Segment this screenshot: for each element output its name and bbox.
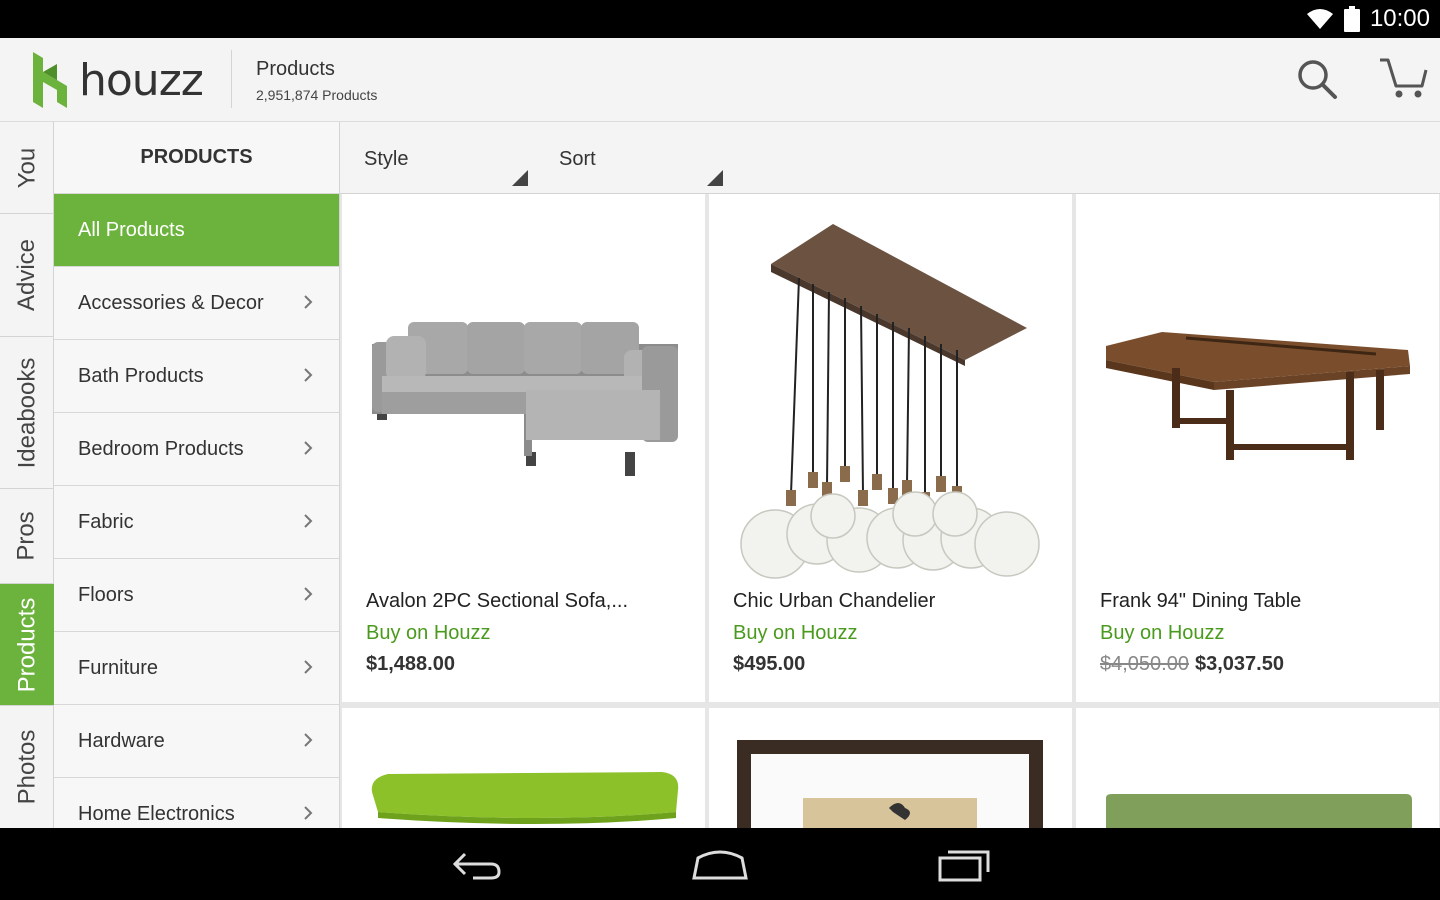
houzz-logo-mark [33, 52, 67, 108]
chevron-right-icon [304, 368, 313, 382]
search-icon[interactable] [1296, 58, 1338, 100]
original-price: $4,050.00 [1100, 653, 1189, 675]
battery-icon [1343, 6, 1360, 32]
category-label: Fabric [78, 510, 134, 533]
price-value: $495.00 [733, 653, 806, 675]
tab-products-label: Products [13, 597, 40, 692]
tab-you-label: You [13, 147, 40, 188]
tab-ideabooks[interactable]: Ideabooks [0, 337, 54, 489]
sort-filter-label: Sort [559, 148, 596, 170]
back-icon[interactable] [447, 844, 507, 884]
status-bar: 10:00 [0, 0, 1440, 38]
category-label: Bedroom Products [78, 437, 244, 460]
product-image-dining-table [1106, 332, 1410, 460]
chevron-right-icon [304, 733, 313, 747]
chevron-right-icon [304, 441, 313, 455]
category-label: Furniture [78, 656, 159, 679]
category-home-electronics[interactable]: Home Electronics [54, 778, 339, 828]
tab-photos-label: Photos [13, 729, 40, 805]
buy-on-houzz-link[interactable]: Buy on Houzz [366, 622, 491, 645]
category-label: Bath Products [78, 364, 204, 387]
chevron-right-icon [304, 295, 313, 309]
category-label: Floors [78, 583, 134, 606]
product-image-sofa [372, 322, 678, 476]
chevron-right-icon [304, 514, 313, 528]
category-bath-products[interactable]: Bath Products [54, 340, 339, 413]
product-card[interactable]: Avalon 2PC Sectional Sofa,... Buy on Hou… [342, 194, 705, 702]
houzz-wordmark: houzz [79, 54, 204, 106]
dropdown-triangle-icon [512, 170, 528, 186]
price-value: $1,488.00 [366, 653, 455, 675]
product-name: Chic Urban Chandelier [733, 590, 936, 612]
tab-advice[interactable]: Advice [0, 214, 54, 337]
category-furniture[interactable]: Furniture [54, 632, 339, 705]
product-name: Avalon 2PC Sectional Sofa,... [366, 590, 629, 612]
app-bar: houzz Products 2,951,874 Products [0, 38, 1440, 122]
chevron-right-icon [304, 660, 313, 674]
product-price: $4,050.00 $3,037.50 [1100, 653, 1284, 676]
sort-filter[interactable]: Sort [559, 122, 725, 194]
product-image-green-table [371, 772, 679, 824]
tab-products[interactable]: Products [0, 584, 54, 706]
buy-on-houzz-link[interactable]: Buy on Houzz [733, 622, 858, 645]
tab-you[interactable]: You [0, 122, 54, 214]
product-card[interactable]: Frank 94" Dining Table Buy on Houzz $4,0… [1076, 194, 1439, 702]
page-title: Products [256, 58, 335, 80]
style-filter-label: Style [364, 148, 409, 170]
cart-icon[interactable] [1378, 56, 1428, 100]
category-label: Home Electronics [78, 802, 235, 825]
buy-on-houzz-link[interactable]: Buy on Houzz [1100, 622, 1225, 645]
product-image-chandelier [740, 224, 1040, 579]
product-image-framed-art [737, 740, 1043, 828]
status-icons: 10:00 [1306, 4, 1430, 34]
product-card[interactable] [709, 708, 1072, 828]
product-price: $495.00 [733, 653, 805, 676]
chevron-right-icon [304, 806, 313, 820]
category-label: Hardware [78, 729, 165, 752]
product-card[interactable] [1076, 708, 1439, 828]
dropdown-triangle-icon [707, 170, 723, 186]
tab-ideabooks-label: Ideabooks [13, 357, 41, 468]
product-name: Frank 94" Dining Table [1100, 590, 1302, 612]
wifi-icon [1306, 9, 1333, 29]
tab-photos[interactable]: Photos [0, 706, 54, 828]
chevron-right-icon [304, 587, 313, 601]
category-list: PRODUCTS All Products Accessories & Deco… [54, 122, 340, 828]
recent-apps-icon[interactable] [934, 844, 994, 884]
category-bedroom-products[interactable]: Bedroom Products [54, 413, 339, 486]
tab-pros[interactable]: Pros [0, 489, 54, 584]
product-card[interactable]: Chic Urban Chandelier Buy on Houzz $495.… [709, 194, 1072, 702]
tab-advice-label: Advice [13, 238, 41, 312]
houzz-logo[interactable]: houzz [33, 50, 204, 110]
category-label: Accessories & Decor [78, 291, 264, 314]
clock: 10:00 [1369, 5, 1430, 32]
product-count: 2,951,874 Products [256, 87, 378, 103]
category-fabric[interactable]: Fabric [54, 486, 339, 559]
product-card[interactable] [342, 708, 705, 828]
product-image-green-cushion [1106, 794, 1412, 828]
category-all-products[interactable]: All Products [54, 194, 339, 267]
home-icon[interactable] [690, 844, 750, 884]
product-grid: Avalon 2PC Sectional Sofa,... Buy on Hou… [340, 194, 1440, 828]
tab-pros-label: Pros [12, 511, 40, 561]
category-header: PRODUCTS [54, 122, 339, 194]
section-tabs: You Advice Ideabooks Pros Products Photo… [0, 122, 54, 828]
system-nav-bar [0, 828, 1440, 900]
price-value: $3,037.50 [1194, 653, 1284, 675]
category-accessories-decor[interactable]: Accessories & Decor [54, 267, 339, 340]
category-floors[interactable]: Floors [54, 559, 339, 632]
product-price: $1,488.00 [366, 653, 455, 676]
style-filter[interactable]: Style [364, 122, 530, 194]
filter-bar: Style Sort [340, 122, 1440, 194]
appbar-divider [231, 50, 232, 108]
category-label: All Products [78, 218, 185, 241]
category-hardware[interactable]: Hardware [54, 705, 339, 778]
